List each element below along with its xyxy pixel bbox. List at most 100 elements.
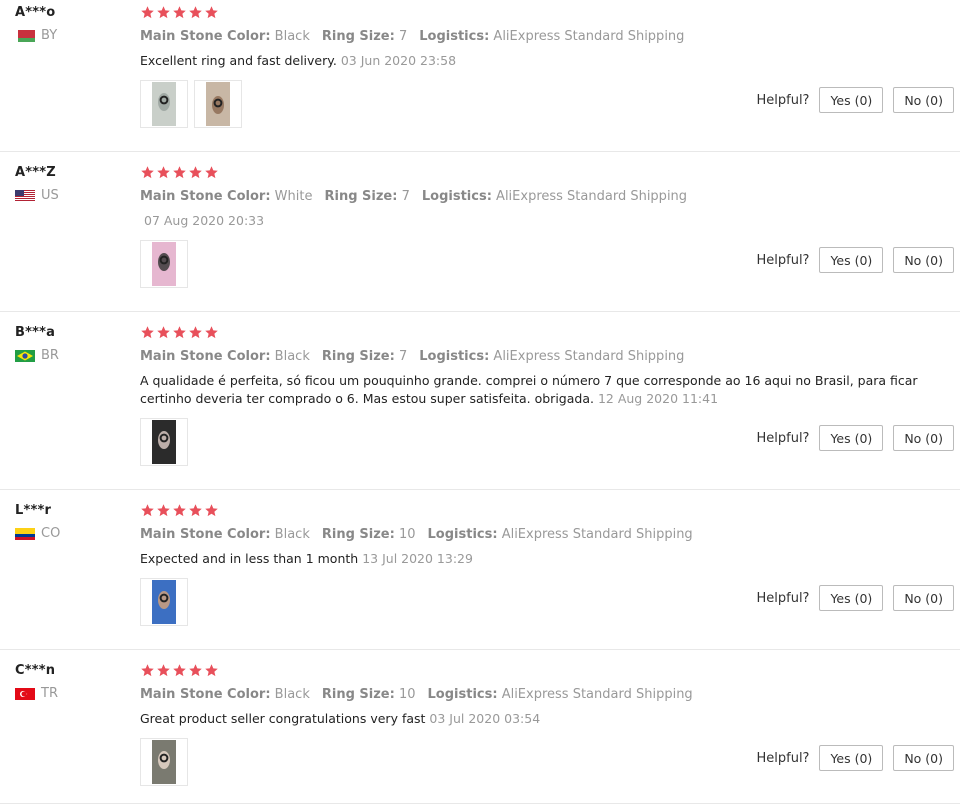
review-photo-thumbnail[interactable] [194, 80, 242, 128]
star-icon [188, 5, 203, 22]
star-icon [156, 325, 171, 342]
helpful-label: Helpful? [756, 590, 810, 606]
helpful-vote: Helpful? Yes (0) No (0) [756, 87, 954, 113]
review-date: 03 Jun 2020 23:58 [340, 53, 457, 68]
stone-color-label: Main Stone Color: [140, 29, 271, 44]
review-text: Excellent ring and fast delivery. 03 Jun … [140, 52, 960, 70]
country-flag-icon [15, 29, 35, 42]
review-date: 12 Aug 2020 11:41 [597, 391, 719, 406]
review-date: 13 Jul 2020 13:29 [362, 551, 473, 566]
star-icon [156, 165, 171, 182]
country-flag-icon [15, 527, 35, 540]
ring-size-value: 7 [398, 29, 408, 44]
logistics-label: Logistics: [427, 687, 498, 702]
review-item: B***a BR Main Stone Color: Black Ring Size:… [0, 325, 960, 490]
reviewer-info: A***o BY [15, 5, 57, 43]
star-icon [188, 503, 203, 520]
stone-color-label: Main Stone Color: [140, 189, 271, 204]
star-icon [188, 325, 203, 342]
logistics-label: Logistics: [419, 29, 490, 44]
reviewer-name: L***r [15, 503, 52, 518]
helpful-yes-button[interactable]: Yes (0) [819, 585, 884, 611]
ring-size-label: Ring Size: [321, 687, 395, 702]
review-date: 07 Aug 2020 20:33 [144, 213, 265, 228]
star-icon [204, 325, 219, 342]
reviewer-info: A***Z US [15, 165, 59, 203]
product-attributes: Main Stone Color: Black Ring Size: 10 Logi… [140, 527, 960, 542]
reviewer-name: C***n [15, 663, 56, 678]
country-code: BY [41, 28, 58, 43]
review-item: L***r CO Main Stone Color: Black Ring Size:… [0, 503, 960, 650]
review-item: C***n TR Main Stone Color: Black Ring Size:… [0, 663, 960, 804]
helpful-yes-button[interactable]: Yes (0) [819, 87, 884, 113]
review-photo-thumbnail[interactable] [140, 80, 188, 128]
review-photo-thumbnail[interactable] [140, 738, 188, 786]
reviewer-info: B***a BR [15, 325, 59, 363]
ring-size-value: 7 [401, 189, 410, 204]
helpful-no-button[interactable]: No (0) [893, 87, 954, 113]
logistics-value: AliExpress Standard Shipping [501, 527, 693, 542]
ring-size-label: Ring Size: [321, 527, 395, 542]
helpful-label: Helpful? [756, 750, 810, 766]
star-icon [204, 663, 219, 680]
logistics-value: AliExpress Standard Shipping [496, 189, 688, 204]
reviewer-country: TR [15, 686, 58, 701]
review-photo-thumbnail[interactable] [140, 578, 188, 626]
reviewer-country: BR [15, 348, 59, 363]
star-rating [140, 503, 960, 520]
review-content: A qualidade é perfeita, só ficou um pouq… [140, 373, 918, 406]
product-attributes: Main Stone Color: Black Ring Size: 7 Logis… [140, 29, 960, 44]
star-icon [188, 165, 203, 182]
ring-size-label: Ring Size: [324, 189, 398, 204]
star-icon [172, 503, 187, 520]
star-icon [140, 663, 155, 680]
star-icon [156, 663, 171, 680]
review-content: Expected and in less than 1 month [140, 551, 359, 566]
star-icon [140, 503, 155, 520]
helpful-vote: Helpful? Yes (0) No (0) [756, 585, 954, 611]
review-content: Great product seller congratulations ver… [140, 711, 426, 726]
star-icon [140, 5, 155, 22]
star-icon [156, 5, 171, 22]
stone-color-value: Black [274, 29, 310, 44]
ring-size-label: Ring Size: [321, 29, 395, 44]
star-icon [140, 325, 155, 342]
country-flag-icon [15, 687, 35, 700]
review-item: A***o BY Main Stone Color: Black Ring Size:… [0, 5, 960, 152]
helpful-yes-button[interactable]: Yes (0) [819, 745, 884, 771]
helpful-no-button[interactable]: No (0) [893, 585, 954, 611]
review-photo-thumbnail[interactable] [140, 418, 188, 466]
review-text: Great product seller congratulations ver… [140, 710, 960, 728]
star-icon [204, 165, 219, 182]
star-rating [140, 325, 960, 342]
review-photo-thumbnail[interactable] [140, 240, 188, 288]
review-text: 07 Aug 2020 20:33 [140, 212, 960, 230]
star-icon [172, 663, 187, 680]
ring-size-value: 10 [398, 687, 416, 702]
review-item: A***Z US Main Stone Color: White Ring Size:… [0, 165, 960, 312]
helpful-no-button[interactable]: No (0) [893, 425, 954, 451]
reviewer-name: A***o [15, 5, 56, 20]
star-icon [204, 503, 219, 520]
star-rating [140, 5, 960, 22]
country-code: CO [41, 526, 61, 541]
ring-size-value: 10 [398, 527, 416, 542]
helpful-vote: Helpful? Yes (0) No (0) [756, 425, 954, 451]
country-flag-icon [15, 189, 35, 202]
helpful-yes-button[interactable]: Yes (0) [819, 425, 884, 451]
stone-color-label: Main Stone Color: [140, 687, 271, 702]
reviewer-name: A***Z [15, 165, 56, 180]
helpful-yes-button[interactable]: Yes (0) [819, 247, 884, 273]
stone-color-label: Main Stone Color: [140, 527, 271, 542]
reviewer-name: B***a [15, 325, 56, 340]
star-icon [140, 165, 155, 182]
reviewer-country: BY [15, 28, 57, 43]
product-attributes: Main Stone Color: Black Ring Size: 10 Logi… [140, 687, 960, 702]
stone-color-value: Black [274, 349, 310, 364]
helpful-no-button[interactable]: No (0) [893, 745, 954, 771]
logistics-value: AliExpress Standard Shipping [493, 29, 685, 44]
review-content: Excellent ring and fast delivery. [140, 53, 337, 68]
country-flag-icon [15, 349, 35, 362]
star-icon [172, 325, 187, 342]
helpful-no-button[interactable]: No (0) [893, 247, 954, 273]
